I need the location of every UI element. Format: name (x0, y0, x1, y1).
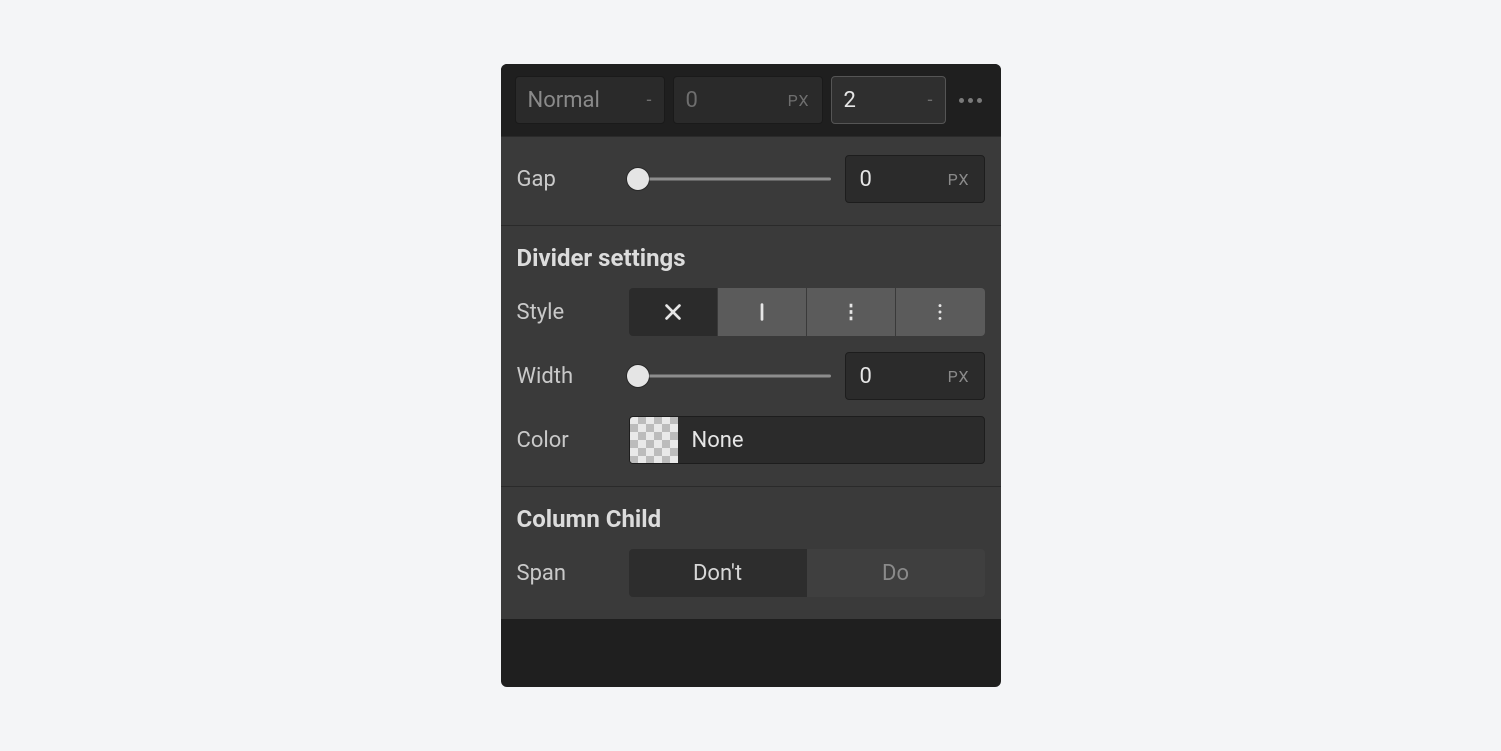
gap-section: Gap 0 PX (501, 137, 1001, 225)
divider-settings-section: Divider settings Style (501, 225, 1001, 486)
x-icon (662, 301, 684, 323)
mode-select-unit: - (647, 90, 652, 111)
transparent-swatch-icon (630, 416, 678, 464)
columns-unit: - (928, 90, 933, 111)
style-option-solid[interactable] (718, 288, 807, 336)
panel-body: Gap 0 PX Divider settings Style (501, 136, 1001, 619)
width-unit: PX (948, 367, 970, 386)
style-label: Style (517, 300, 615, 325)
gap-slider[interactable] (629, 167, 831, 191)
color-label: Color (517, 428, 615, 453)
style-segmented (629, 288, 985, 336)
mode-select[interactable]: Normal - (515, 76, 665, 124)
gap-label: Gap (517, 167, 615, 192)
slider-thumb[interactable] (627, 168, 649, 190)
width-label: Width (517, 364, 615, 389)
more-options-button[interactable] (955, 98, 987, 103)
settings-panel: Normal - 0 PX 2 - Gap 0 PX (501, 64, 1001, 687)
gap-value-input[interactable]: 0 PX (845, 155, 985, 203)
slider-thumb[interactable] (627, 365, 649, 387)
columns-input[interactable]: 2 - (831, 76, 946, 124)
line-solid-icon (751, 301, 773, 323)
line-dotted-icon (929, 301, 951, 323)
color-value-text: None (678, 428, 744, 453)
gap-unit: PX (948, 170, 970, 189)
slider-track (629, 178, 831, 181)
slider-track (629, 375, 831, 378)
column-child-heading: Column Child (517, 505, 985, 533)
panel-topbar: Normal - 0 PX 2 - (501, 64, 1001, 136)
span-label: Span (517, 561, 615, 586)
width-slider[interactable] (629, 364, 831, 388)
style-option-dotted[interactable] (896, 288, 985, 336)
panel-bottom-strip (501, 619, 1001, 665)
letter-spacing-unit: PX (788, 91, 810, 110)
color-input[interactable]: None (629, 416, 985, 464)
gap-value-text: 0 (860, 167, 872, 192)
span-option-do-label: Do (882, 561, 909, 586)
letter-spacing-input[interactable]: 0 PX (673, 76, 823, 124)
span-segmented: Don't Do (629, 549, 985, 597)
more-horizontal-icon (959, 98, 982, 103)
divider-settings-heading: Divider settings (517, 244, 985, 272)
column-child-section: Column Child Span Don't Do (501, 486, 1001, 619)
span-option-dont-label: Don't (693, 561, 742, 586)
span-option-dont[interactable]: Don't (629, 549, 807, 597)
style-option-none[interactable] (629, 288, 718, 336)
columns-value: 2 (844, 88, 856, 113)
width-value-text: 0 (860, 364, 872, 389)
line-dashed-icon (840, 301, 862, 323)
mode-select-label: Normal (528, 88, 600, 113)
letter-spacing-value: 0 (686, 88, 698, 113)
width-value-input[interactable]: 0 PX (845, 352, 985, 400)
style-option-dashed[interactable] (807, 288, 896, 336)
span-option-do[interactable]: Do (807, 549, 985, 597)
